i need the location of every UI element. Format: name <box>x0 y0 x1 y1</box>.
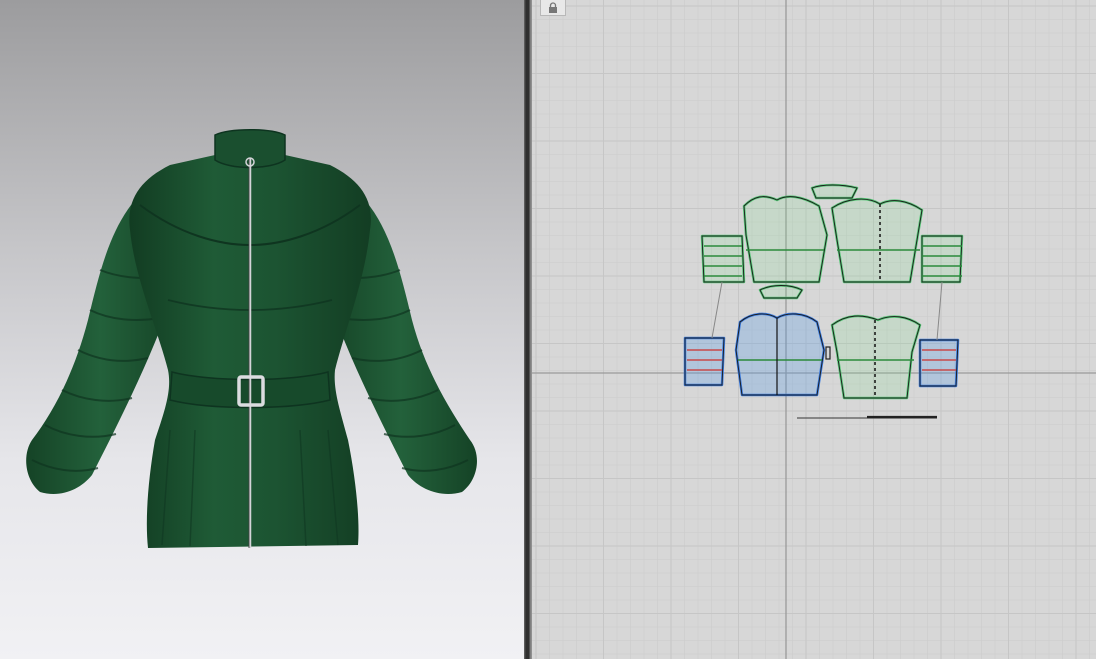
back-piece-top[interactable] <box>830 197 924 284</box>
sleeve-piece-right-top[interactable] <box>920 234 964 284</box>
jacket-3d-render[interactable] <box>0 0 524 659</box>
sleeve-piece-left-top[interactable] <box>700 234 746 284</box>
lock-button[interactable] <box>540 0 566 16</box>
sleeve-piece-right-bottom[interactable] <box>918 338 960 388</box>
back-piece-bottom[interactable] <box>830 314 922 400</box>
sleeve-piece-left-bottom[interactable] <box>683 336 726 387</box>
pattern-grid <box>532 0 1096 659</box>
2d-pattern-window[interactable] <box>532 0 1096 659</box>
lock-icon <box>549 1 557 13</box>
front-piece-bottom-selected[interactable] <box>734 312 826 397</box>
view-divider[interactable] <box>524 0 532 659</box>
3d-view-window[interactable] <box>0 0 524 659</box>
front-piece-top[interactable] <box>742 195 829 284</box>
